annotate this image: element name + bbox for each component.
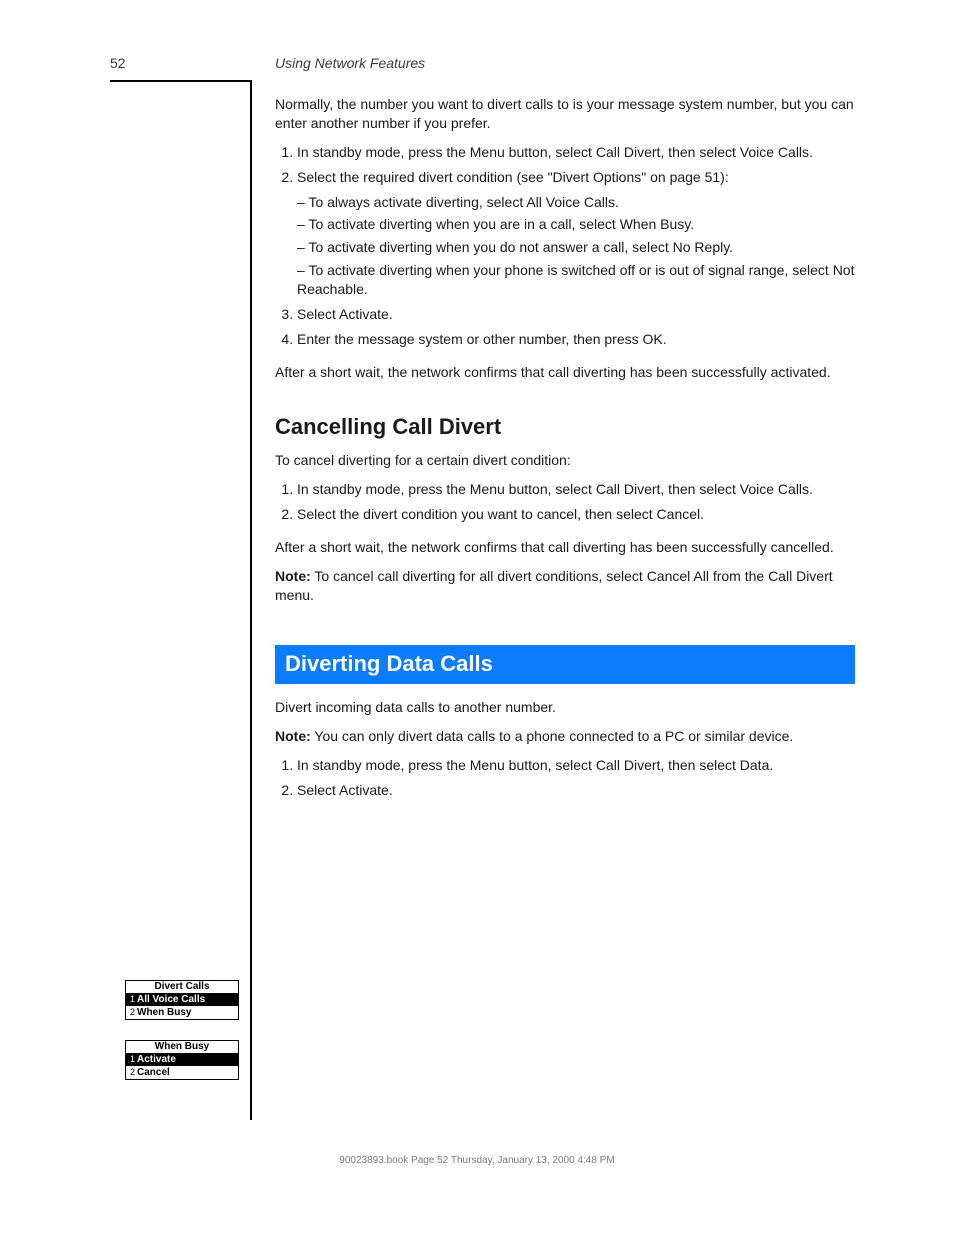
footer-imprint: 90023893.book Page 52 Thursday, January … (0, 1155, 954, 1166)
sub-item: To activate diverting when your phone is… (297, 261, 855, 299)
row-label: When Busy (137, 1007, 237, 1019)
step-text: Enter the message system or other number… (297, 331, 667, 347)
page-number: 52 (110, 55, 126, 71)
note-label: Note: (275, 728, 311, 744)
step-text: Select Activate. (297, 306, 393, 322)
row-number: 2 (127, 1006, 135, 1018)
row-number: 1 (127, 993, 135, 1005)
step-item: Select the divert condition you want to … (297, 505, 855, 524)
step-item: Select Activate. (297, 305, 855, 324)
sub-item: To activate diverting when you are in a … (297, 215, 855, 234)
heading-cancel-divert: Cancelling Call Divert (275, 412, 855, 442)
step-item: In standby mode, press the Menu button, … (297, 143, 855, 162)
note-text: You can only divert data calls to a phon… (314, 728, 793, 744)
steps-data-divert: In standby mode, press the Menu button, … (275, 756, 855, 800)
vertical-rule (250, 80, 252, 1120)
step-text: Select the divert condition you want to … (297, 506, 704, 522)
row-label: Cancel (137, 1067, 237, 1079)
row-label: Activate (137, 1054, 237, 1066)
screen-row: 2 When Busy (126, 1006, 238, 1019)
data-calls-paragraph: Divert incoming data calls to another nu… (275, 698, 855, 717)
step-text: In standby mode, press the Menu button, … (297, 757, 773, 773)
section-heading-data-calls: Diverting Data Calls (275, 645, 855, 685)
step-item: In standby mode, press the Menu button, … (297, 756, 855, 775)
screen-title: When Busy (126, 1041, 238, 1053)
phone-screen-divert-calls: Divert Calls 1 All Voice Calls 2 When Bu… (125, 980, 239, 1020)
sub-item: To always activate diverting, select All… (297, 193, 855, 212)
step-text: In standby mode, press the Menu button, … (297, 144, 813, 160)
note-text: To cancel call diverting for all divert … (275, 568, 833, 603)
row-number: 1 (127, 1053, 135, 1065)
step-item: Select Activate. (297, 781, 855, 800)
screen-title: Divert Calls (126, 981, 238, 993)
steps-activate-divert: In standby mode, press the Menu button, … (275, 143, 855, 349)
step-item: Select the required divert condition (se… (297, 168, 855, 299)
note-data-calls: Note: You can only divert data calls to … (275, 727, 855, 746)
corner-rule-horizontal (110, 80, 252, 82)
running-header: Using Network Features (275, 55, 425, 71)
step-sublist: To always activate diverting, select All… (297, 193, 855, 299)
step-item: Enter the message system or other number… (297, 330, 855, 349)
sub-item: To activate diverting when you do not an… (297, 238, 855, 257)
after-cancel-paragraph: After a short wait, the network confirms… (275, 538, 855, 557)
intro-paragraph: Normally, the number you want to divert … (275, 95, 855, 133)
row-number: 2 (127, 1066, 135, 1078)
screen-row-selected: 1 All Voice Calls (126, 993, 238, 1006)
step-text: Select the required divert condition (se… (297, 169, 729, 185)
cancel-intro-paragraph: To cancel diverting for a certain divert… (275, 451, 855, 470)
screen-row: 2 Cancel (126, 1066, 238, 1079)
step-text: Select Activate. (297, 782, 393, 798)
note-cancel-all: Note: To cancel call diverting for all d… (275, 567, 855, 605)
main-content: Normally, the number you want to divert … (275, 95, 855, 814)
note-label: Note: (275, 568, 311, 584)
row-label: All Voice Calls (137, 994, 237, 1006)
steps-cancel-divert: In standby mode, press the Menu button, … (275, 480, 855, 524)
step-item: In standby mode, press the Menu button, … (297, 480, 855, 499)
phone-screen-when-busy: When Busy 1 Activate 2 Cancel (125, 1040, 239, 1080)
after-steps-paragraph: After a short wait, the network confirms… (275, 363, 855, 382)
screen-row-selected: 1 Activate (126, 1053, 238, 1066)
step-text: In standby mode, press the Menu button, … (297, 481, 813, 497)
page: 52 Using Network Features Normally, the … (0, 0, 954, 1235)
